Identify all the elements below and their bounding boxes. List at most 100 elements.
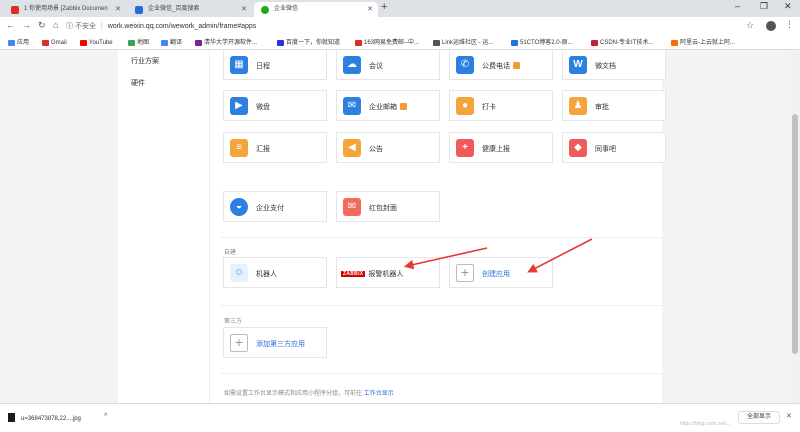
reload-icon[interactable]: ↻ [38,20,46,31]
tab-label: 企业微信_百度搜索 [148,6,200,12]
add-third-party-button[interactable]: + 添加第三方应用 [223,327,327,358]
app-card-payment[interactable]: ◒ 企业支付 [223,191,327,222]
bookmark-tsinghua[interactable]: 清华大学开源软件... [195,38,257,48]
bookmark-link[interactable]: Link运维社区 - 运... [433,38,493,48]
divider [220,305,662,306]
app-card-alert-robot[interactable]: ZABBIX 报警机器人 [336,257,440,288]
show-all-button[interactable]: 全部显示 [738,411,780,424]
payment-icon: ◒ [230,198,248,216]
download-bar: u=368473878,22....jpg ^ 全部显示 ✕ [0,403,800,432]
bookmark-csdn[interactable]: CSDN-专业IT技术... [591,38,653,48]
plus-icon: + [456,264,474,282]
create-app-label: 创建应用 [482,271,510,278]
scrollbar[interactable] [790,50,800,403]
workbench-display-link[interactable]: 工作台显示 [364,391,394,397]
app-card-calendar[interactable]: ▦ 日程 [223,50,327,80]
calendar-icon: ▦ [230,56,248,74]
app-label: 公告 [369,146,383,153]
browser-window: 1 你使用场景 [Zabbix Documen ✕ 企业微信_百度搜索 ✕ 企业… [0,0,800,432]
tab-baidu-search[interactable]: 企业微信_百度搜索 ✕ [128,2,252,17]
bookmark-star-icon[interactable]: ☆ [746,20,754,31]
tab-label: 1 你使用场景 [Zabbix Documen [24,6,108,12]
app-card-drive[interactable]: ▶ 微盘 [223,90,327,121]
download-item[interactable]: u=368473878,22....jpg [8,413,81,422]
app-card-colleague[interactable]: ◆ 同事吧 [562,132,666,163]
location-icon: ● [456,97,474,115]
app-card-robot[interactable]: ☺ 机器人 [223,257,327,288]
close-icon[interactable]: ✕ [367,2,373,17]
sidebar-item-hardware[interactable]: 硬件 [131,78,145,88]
bookmark-label: Gmail [51,40,67,46]
forward-icon[interactable]: → [22,20,31,30]
close-window-icon[interactable]: ✕ [784,1,792,12]
divider [220,373,662,374]
app-label: 日程 [256,63,270,70]
app-card-health[interactable]: + 健康上报 [449,132,553,163]
download-filename: u=368473878,22....jpg [21,416,81,422]
bookmark-translate[interactable]: 翻译 [161,38,182,48]
minimize-icon[interactable]: – [735,1,740,11]
divider [220,237,662,238]
51cto-icon [511,40,518,46]
bookmark-51cto[interactable]: 51CTO博客2.0-原... [511,38,573,48]
app-card-approval[interactable]: ♟ 审批 [562,90,666,121]
app-card-docs[interactable]: W 微文档 [562,50,666,80]
bookmarks-bar: 应用 Gmail YouTube 地图 翻译 清华大学开源软件... 百度一下，… [0,36,800,50]
scrollbar-thumb[interactable] [792,114,798,354]
app-card-meeting[interactable]: ☁ 会议 [336,50,440,80]
add-third-party-label: 添加第三方应用 [256,341,305,348]
maximize-icon[interactable]: ❐ [760,1,768,12]
bookmark-maps[interactable]: 地图 [128,38,149,48]
back-icon[interactable]: ← [6,20,15,30]
app-label: 同事吧 [595,146,616,153]
bookmark-baidu[interactable]: 百度一下，你就知道 [277,38,340,48]
bookmark-163[interactable]: 163网易免费邮--中... [355,38,419,48]
bookmark-youtube[interactable]: YouTube [80,38,113,48]
app-label: 微盘 [256,104,270,111]
close-icon[interactable]: ✕ [115,2,121,17]
tab-zabbix-docs[interactable]: 1 你使用场景 [Zabbix Documen ✕ [4,2,126,17]
app-card-phone[interactable]: ✆ 公费电话 [449,50,553,80]
translate-icon [161,40,168,46]
address-bar[interactable]: ⓘ 不安全 | work.weixin.qq.com/wework_admin/… [66,20,766,33]
bookmark-aliyun[interactable]: 阿里云-上云就上阿... [671,38,735,48]
chevron-up-icon[interactable]: ^ [104,413,107,420]
app-label: 机器人 [256,271,277,278]
app-label: 健康上报 [482,146,510,153]
stamp-icon: ♟ [569,97,587,115]
close-icon[interactable]: ✕ [241,2,247,17]
report-icon: ≡ [230,139,248,157]
bookmark-label: 翻译 [170,40,183,46]
bookmark-label: YouTube [89,40,113,46]
app-label: 微文档 [595,63,616,70]
bookmark-label: 地图 [137,40,150,46]
insecure-label: 不安全 [74,23,96,30]
info-icon[interactable]: ⓘ [66,23,73,30]
bookmark-apps[interactable]: 应用 [8,38,29,48]
home-icon[interactable]: ⌂ [53,20,58,30]
app-card-report[interactable]: ≡ 汇报 [223,132,327,163]
robot-icon: ☺ [230,264,248,282]
sidebar-item-industry[interactable]: 行业方案 [131,56,159,66]
close-icon[interactable]: ✕ [786,412,792,420]
app-card-checkin[interactable]: ● 打卡 [449,90,553,121]
account-avatar-icon[interactable] [766,21,776,31]
note-text: 如需设置工作台显示模式和应用小程序分组，可前往 [224,391,363,397]
app-label-text: 报警机器人 [368,271,404,278]
new-badge-icon [513,62,520,69]
aliyun-icon [671,40,678,46]
app-card-red-envelope[interactable]: ✉ 红包封面 [336,191,440,222]
bookmark-gmail[interactable]: Gmail [42,38,67,48]
tab-strip: 1 你使用场景 [Zabbix Documen ✕ 企业微信_百度搜索 ✕ 企业… [0,0,800,17]
create-app-button[interactable]: + 创建应用 [449,257,553,288]
app-card-announcement[interactable]: ◀ 公告 [336,132,440,163]
more-menu-icon[interactable]: ⋮ [785,19,794,30]
bookmark-label: 阿里云-上云就上阿... [680,40,735,46]
tab-wework[interactable]: 企业微信 ✕ [254,2,378,17]
tsinghua-icon [195,40,202,46]
app-card-mail[interactable]: ✉ 企业邮箱 [336,90,440,121]
bookmark-label: 应用 [17,40,30,46]
new-tab-icon[interactable]: + [381,1,387,13]
bookmark-label: 清华大学开源软件... [204,40,258,46]
bookmark-label: 163网易免费邮--中... [364,40,420,46]
